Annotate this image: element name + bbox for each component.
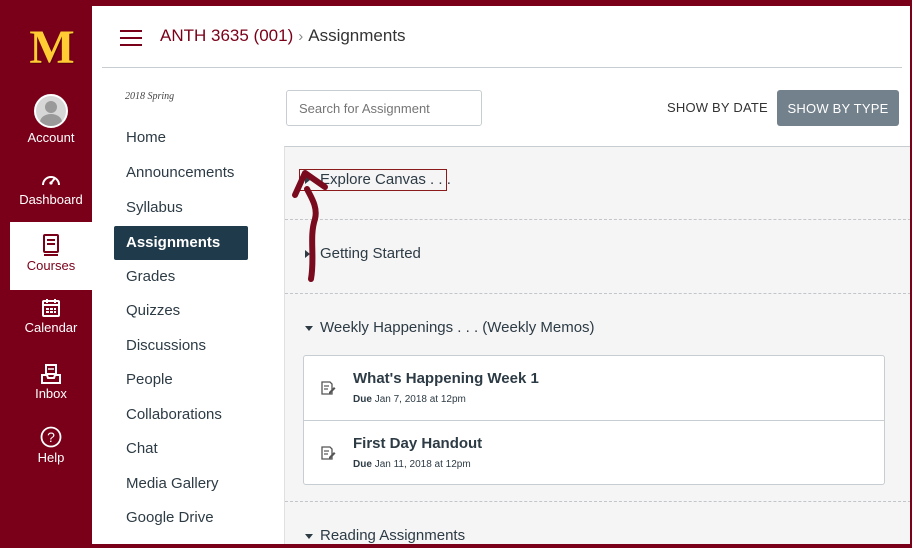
dashboard-icon	[42, 176, 60, 186]
inbox-icon	[41, 364, 61, 384]
global-nav-inbox[interactable]: Inbox	[10, 364, 92, 401]
breadcrumb-separator-icon: ›	[298, 28, 304, 45]
account-avatar	[34, 94, 68, 128]
assignment-groups: Explore Canvas . . . Getting Started Wee…	[284, 146, 910, 544]
annotation-highlight-box	[299, 169, 447, 191]
group-title: Reading Assignments	[320, 527, 466, 544]
global-nav-courses[interactable]: Courses	[10, 222, 92, 290]
assignment-row[interactable]: What's Happening Week 1 Due Jan 7, 2018 …	[304, 356, 884, 420]
global-nav-label: Help	[37, 450, 65, 465]
course-nav-people[interactable]: People	[114, 364, 248, 396]
due-label: Due	[353, 394, 372, 405]
group-reading-assignments[interactable]: Reading Assignments	[285, 519, 910, 544]
course-nav: 2018 Spring Home Announcements Syllabus …	[92, 68, 272, 544]
group-getting-started[interactable]: Getting Started	[285, 237, 910, 271]
global-nav-calendar[interactable]: Calendar	[10, 298, 92, 335]
group-divider	[285, 501, 910, 502]
due-date: Jan 11, 2018 at 12pm	[374, 459, 471, 470]
global-nav-label: Account	[27, 130, 75, 145]
course-nav-announcements[interactable]: Announcements	[114, 157, 248, 189]
global-nav-help[interactable]: ? Help	[10, 426, 92, 465]
app-window: M Account Dashboard Courses Calendar Inb…	[10, 6, 910, 544]
assignment-due: Due Jan 11, 2018 at 12pm	[353, 459, 471, 470]
course-nav-chat[interactable]: Chat	[114, 433, 248, 465]
course-nav-assignments[interactable]: Assignments	[114, 226, 248, 260]
university-logo[interactable]: M	[22, 24, 82, 72]
calendar-icon	[42, 299, 60, 317]
course-nav-google-drive[interactable]: Google Drive	[114, 502, 248, 534]
assignment-due: Due Jan 7, 2018 at 12pm	[353, 394, 466, 405]
course-nav-grades[interactable]: Grades	[114, 261, 248, 293]
assignment-icon	[321, 446, 336, 460]
global-nav-label: Inbox	[35, 386, 67, 401]
due-label: Due	[353, 459, 372, 470]
course-nav-collaborations[interactable]: Collaborations	[114, 399, 248, 431]
course-nav-syllabus[interactable]: Syllabus	[114, 192, 248, 224]
show-by-type-button[interactable]: SHOW BY TYPE	[777, 90, 899, 126]
course-nav-discussions[interactable]: Discussions	[114, 330, 248, 362]
assignment-title[interactable]: First Day Handout	[353, 435, 482, 452]
collapse-triangle-icon	[305, 326, 313, 331]
search-assignment-input[interactable]	[286, 90, 482, 126]
course-menu-toggle[interactable]	[120, 30, 142, 46]
breadcrumb-course-link[interactable]: ANTH 3635 (001)	[160, 26, 293, 45]
global-nav-label: Courses	[26, 258, 76, 273]
term-label: 2018 Spring	[125, 91, 175, 102]
course-nav-media-gallery[interactable]: Media Gallery	[114, 468, 248, 500]
assignment-row[interactable]: First Day Handout Due Jan 11, 2018 at 12…	[304, 420, 884, 485]
global-nav: M Account Dashboard Courses Calendar Inb…	[10, 6, 92, 544]
group-weekly-happenings[interactable]: Weekly Happenings . . . (Weekly Memos)	[285, 311, 910, 345]
expand-triangle-icon	[305, 250, 310, 258]
collapse-triangle-icon	[305, 534, 313, 539]
breadcrumb: ANTH 3635 (001) › Assignments	[160, 26, 406, 46]
page-header: ANTH 3635 (001) › Assignments	[92, 6, 910, 68]
course-nav-home[interactable]: Home	[114, 122, 248, 154]
assignments-main: SHOW BY DATE SHOW BY TYPE Explore Canvas…	[272, 68, 910, 544]
global-nav-account[interactable]: Account	[10, 94, 92, 145]
global-nav-dashboard[interactable]: Dashboard	[10, 170, 92, 207]
assignment-list: What's Happening Week 1 Due Jan 7, 2018 …	[303, 355, 885, 485]
assignment-icon	[321, 381, 336, 395]
courses-icon	[43, 234, 59, 256]
group-divider	[285, 219, 910, 220]
group-title: Getting Started	[320, 245, 421, 262]
show-by-date-button[interactable]: SHOW BY DATE	[667, 90, 768, 126]
global-nav-label: Dashboard	[19, 192, 83, 207]
course-nav-quizzes[interactable]: Quizzes	[114, 295, 248, 327]
assignment-title[interactable]: What's Happening Week 1	[353, 370, 539, 387]
group-divider	[285, 293, 910, 294]
group-title: Weekly Happenings . . . (Weekly Memos)	[320, 319, 595, 336]
hamburger-icon	[120, 30, 142, 32]
breadcrumb-current: Assignments	[308, 26, 406, 45]
svg-text:?: ?	[47, 429, 55, 445]
due-date: Jan 7, 2018 at 12pm	[374, 394, 466, 405]
help-icon: ?	[40, 426, 62, 448]
global-nav-label: Calendar	[24, 320, 78, 335]
